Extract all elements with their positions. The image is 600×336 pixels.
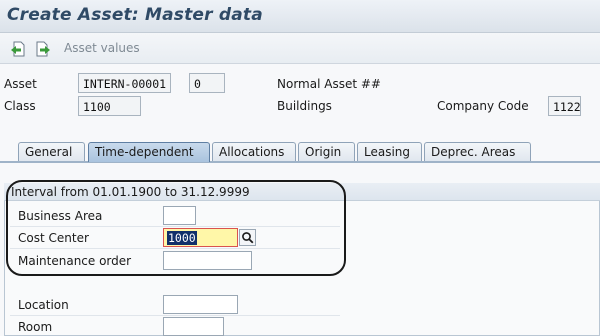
asset-description: Normal Asset ## <box>277 77 381 91</box>
back-document-icon[interactable] <box>10 41 26 57</box>
row-divider <box>10 315 340 316</box>
cost-center-value: 1000 <box>167 231 197 245</box>
tab-origin[interactable]: Origin <box>298 142 355 162</box>
asset-label: Asset <box>4 77 37 91</box>
asset-class-field[interactable]: 1100 <box>78 96 141 116</box>
class-label: Class <box>4 99 36 113</box>
tab-allocations[interactable]: Allocations <box>212 142 296 162</box>
asset-values-button[interactable]: Asset values <box>64 41 140 55</box>
room-label: Room <box>18 320 53 334</box>
business-area-label: Business Area <box>18 209 103 223</box>
interval-group-title: Interval from 01.01.1900 to 31.12.9999 <box>11 185 250 199</box>
application-toolbar: Asset values <box>0 33 600 64</box>
business-area-input[interactable] <box>163 206 196 225</box>
cost-center-label: Cost Center <box>18 231 89 245</box>
maintenance-order-input[interactable] <box>163 251 252 270</box>
tab-leasing[interactable]: Leasing <box>357 142 422 162</box>
search-help-icon <box>242 232 254 244</box>
page-title: Create Asset: Master data <box>7 5 263 25</box>
asset-number-field[interactable]: INTERN-00001 <box>78 73 171 93</box>
row-divider <box>10 248 340 249</box>
company-code-field[interactable]: 1122 <box>548 96 581 116</box>
room-input[interactable] <box>163 317 224 336</box>
asset-subnumber-field[interactable]: 0 <box>189 73 225 93</box>
forward-document-icon[interactable] <box>35 41 51 57</box>
tab-deprec-areas[interactable]: Deprec. Areas <box>424 142 531 162</box>
title-bar: Create Asset: Master data <box>0 0 600 33</box>
maintenance-order-label: Maintenance order <box>18 254 132 268</box>
search-help-button[interactable] <box>239 229 256 246</box>
class-description: Buildings <box>277 99 332 113</box>
cost-center-input[interactable]: 1000 <box>163 228 238 247</box>
location-input[interactable] <box>163 295 238 314</box>
tab-time-dependent[interactable]: Time-dependent <box>88 142 210 162</box>
row-divider <box>10 226 340 227</box>
tab-general[interactable]: General <box>18 142 85 162</box>
location-label: Location <box>18 298 69 312</box>
company-code-label: Company Code <box>437 99 529 113</box>
